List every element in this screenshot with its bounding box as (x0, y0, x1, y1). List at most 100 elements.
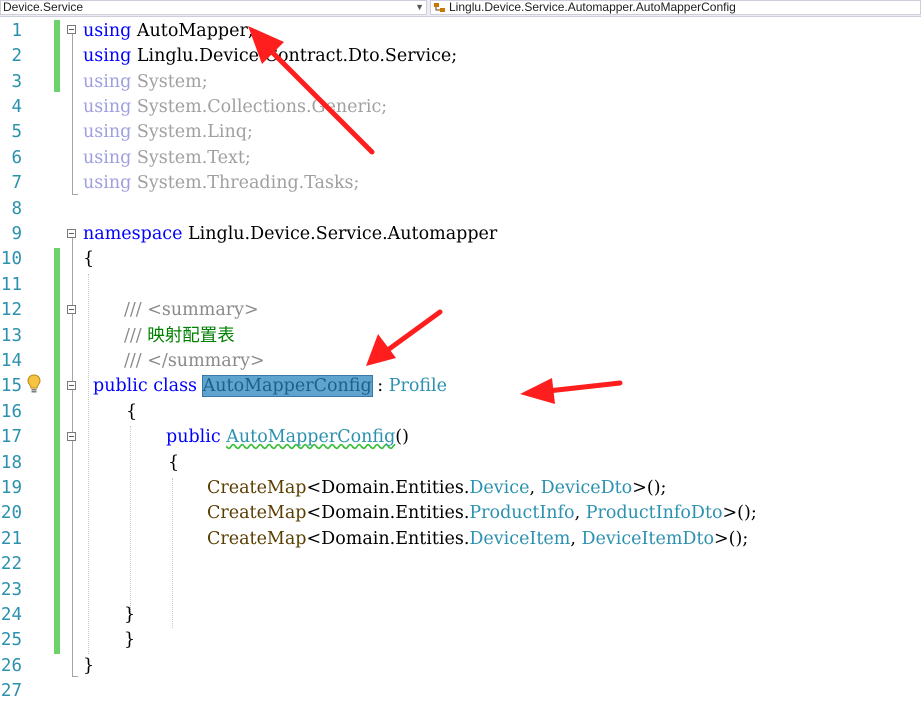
type-name: ProductInfo (469, 503, 575, 523)
indent-guide (88, 274, 89, 654)
brace: } (83, 656, 95, 676)
code-line[interactable]: { (83, 247, 94, 272)
keyword: public (93, 376, 148, 396)
collapse-toggle[interactable] (67, 25, 76, 34)
change-marker (54, 248, 60, 654)
code-text: <Domain.Entities. (306, 478, 470, 498)
line-number: 11 (0, 275, 22, 295)
doc-comment-prefix: /// (124, 326, 142, 346)
keyword: using (83, 97, 132, 117)
collapse-toggle[interactable] (67, 305, 76, 314)
navigation-bar: Device.Service ▼ Linglu.Device.Service.A… (0, 0, 921, 17)
line-number: 4 (11, 97, 22, 117)
collapse-toggle[interactable] (67, 229, 76, 238)
code-line[interactable]: } (124, 628, 135, 653)
code-line[interactable]: using System.Text; (83, 146, 251, 171)
code-line[interactable]: } (124, 603, 135, 628)
code-line[interactable]: { (168, 451, 179, 476)
code-line[interactable]: using Linglu.Device.Contract.Dto.Service… (83, 44, 457, 69)
chevron-down-icon[interactable]: ▼ (415, 1, 424, 14)
code-line[interactable]: CreateMap<Domain.Entities.ProductInfo, P… (207, 501, 757, 526)
keyword: class (153, 376, 198, 396)
code-text: Linglu.Device.Service.Automapper (182, 224, 498, 244)
code-text: System.Text; (131, 148, 251, 168)
line-number: 24 (0, 605, 22, 625)
code-line[interactable]: CreateMap<Domain.Entities.Device, Device… (207, 476, 666, 501)
line-number: 19 (0, 478, 22, 498)
change-marker (54, 20, 60, 92)
code-text: <Domain.Entities. (306, 529, 470, 549)
lightbulb-icon[interactable] (27, 374, 41, 394)
keyword: namespace (83, 224, 183, 244)
class-name-selected[interactable]: AutoMapperConfig (201, 375, 373, 397)
code-line[interactable]: /// 映射配置表 (124, 324, 235, 349)
line-number: 7 (11, 173, 22, 193)
line-number: 3 (11, 72, 22, 92)
code-text: , (529, 478, 541, 498)
line-number: 6 (11, 148, 22, 168)
code-line[interactable]: /// </summary> (124, 349, 265, 374)
type-name: DeviceDto (540, 478, 633, 498)
keyword: using (83, 148, 132, 168)
line-number: 22 (0, 554, 22, 574)
type-name: DeviceItemDto (581, 529, 715, 549)
collapse-toggle[interactable] (67, 381, 76, 390)
line-number: 2 (11, 46, 22, 66)
doc-comment-prefix: /// (124, 351, 142, 371)
code-line[interactable]: using System.Threading.Tasks; (83, 171, 359, 196)
code-line[interactable]: } (83, 654, 94, 679)
line-number: 21 (0, 529, 22, 549)
outline-line (72, 238, 73, 676)
doc-comment-prefix: /// (124, 300, 142, 320)
code-text: () (395, 427, 409, 447)
keyword: using (83, 46, 132, 66)
line-number: 13 (0, 326, 22, 346)
code-line[interactable]: public class AutoMapperConfig : Profile (93, 374, 447, 399)
brace: { (126, 402, 138, 422)
type-name: DeviceItem (469, 529, 571, 549)
member-dropdown-label: Linglu.Device.Service.Automapper.AutoMap… (449, 0, 736, 14)
brace: { (83, 249, 95, 269)
member-dropdown[interactable]: Linglu.Device.Service.Automapper.AutoMap… (430, 0, 921, 15)
line-number: 23 (0, 580, 22, 600)
line-number: 20 (0, 503, 22, 523)
code-text: >(); (714, 529, 749, 549)
code-text: >(); (722, 503, 757, 523)
brace: } (124, 605, 136, 625)
code-line[interactable]: using System.Linq; (83, 120, 253, 145)
line-number: 27 (0, 681, 22, 701)
keyword: using (83, 21, 132, 41)
line-number: 5 (11, 122, 22, 142)
project-dropdown[interactable]: Device.Service ▼ (0, 0, 427, 15)
collapse-toggle[interactable] (67, 432, 76, 441)
code-text: : (371, 376, 389, 396)
indent-guide (172, 478, 173, 628)
outline-end (72, 194, 78, 195)
outline-line (72, 34, 73, 194)
code-line[interactable]: { (126, 400, 137, 425)
doc-comment-tag: </summary> (141, 351, 265, 371)
line-number: 25 (0, 630, 22, 650)
line-number: 17 (0, 427, 22, 447)
code-text: , (570, 529, 582, 549)
constructor-name[interactable]: AutoMapperConfig (226, 427, 395, 447)
code-line[interactable]: public AutoMapperConfig() (166, 425, 409, 450)
code-editor[interactable]: 1 2 3 4 5 6 7 8 9 10 11 12 13 14 15 16 1… (0, 16, 921, 716)
code-text: System.Linq; (131, 122, 253, 142)
doc-comment-tag: <summary> (141, 300, 259, 320)
class-icon (434, 3, 445, 12)
indent-guide (130, 426, 131, 618)
code-line[interactable]: /// <summary> (124, 298, 259, 323)
code-line[interactable]: using AutoMapper; (83, 19, 254, 44)
line-number: 1 (11, 21, 22, 41)
line-number: 18 (0, 453, 22, 473)
keyword: using (83, 72, 132, 92)
code-line[interactable]: using System.Collections.Generic; (83, 95, 387, 120)
line-number: 16 (0, 402, 22, 422)
code-line[interactable]: CreateMap<Domain.Entities.DeviceItem, De… (207, 527, 748, 552)
code-line[interactable]: namespace Linglu.Device.Service.Automapp… (83, 222, 497, 247)
brace: } (124, 630, 136, 650)
base-type[interactable]: Profile (389, 376, 447, 396)
code-line[interactable]: using System; (83, 70, 208, 95)
line-number: 14 (0, 351, 22, 371)
